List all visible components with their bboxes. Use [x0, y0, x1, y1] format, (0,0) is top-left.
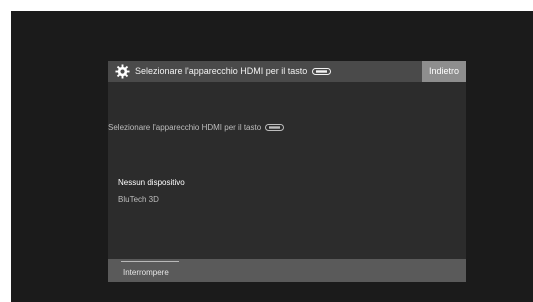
option-blutech-3d[interactable]: BluTech 3D [118, 194, 159, 206]
focus-indicator [121, 261, 179, 262]
back-button[interactable]: Indietro [422, 61, 466, 82]
dialog-footer: Interrompere [108, 259, 466, 282]
tv-screen: Selezionare l'apparecchio HDMI per il ta… [11, 11, 533, 302]
cancel-button[interactable]: Interrompere [121, 259, 181, 282]
dialog-title: Selezionare l'apparecchio HDMI per il ta… [135, 65, 331, 78]
option-no-device[interactable]: Nessun dispositivo [118, 177, 185, 189]
dialog-title-text: Selezionare l'apparecchio HDMI per il ta… [135, 66, 308, 76]
dialog-header: Selezionare l'apparecchio HDMI per il ta… [108, 61, 466, 82]
hdmi-remote-key-icon [265, 124, 285, 132]
selection-prompt-text: Selezionare l'apparecchio HDMI per il ta… [108, 123, 262, 132]
dialog-body: Selezionare l'apparecchio HDMI per il ta… [108, 82, 466, 259]
cancel-button-label: Interrompere [123, 268, 169, 277]
hdmi-remote-key-icon [311, 68, 331, 76]
hdmi-select-dialog: Selezionare l'apparecchio HDMI per il ta… [108, 61, 466, 282]
gear-icon [115, 64, 130, 79]
selection-prompt: Selezionare l'apparecchio HDMI per il ta… [108, 122, 285, 134]
